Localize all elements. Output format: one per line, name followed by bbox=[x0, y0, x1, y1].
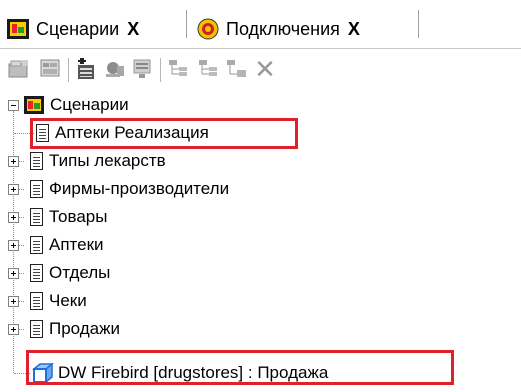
highlight-box bbox=[30, 118, 298, 149]
collapse-icon[interactable] bbox=[8, 99, 19, 111]
document-icon bbox=[30, 152, 43, 170]
record-icon[interactable] bbox=[102, 56, 128, 82]
tree-icon-3[interactable] bbox=[224, 56, 250, 82]
tab-strip-border bbox=[0, 48, 521, 49]
expand-icon[interactable] bbox=[8, 267, 19, 279]
tree-item-label: Отделы bbox=[49, 263, 111, 282]
tree-item-label: Типы лекарств bbox=[49, 151, 166, 170]
tree-item-label: Фирмы-производители bbox=[49, 179, 230, 198]
tab-scenarios-label: Сценарии bbox=[36, 18, 120, 39]
scenario-icon bbox=[6, 18, 30, 40]
tab-connections[interactable]: Подключения X bbox=[196, 10, 360, 48]
edit-icon[interactable] bbox=[130, 56, 156, 82]
expand-icon[interactable] bbox=[8, 295, 19, 307]
tree-item-label: Продажи bbox=[49, 319, 120, 338]
tree-icon-1[interactable] bbox=[166, 56, 192, 82]
document-icon bbox=[30, 208, 43, 226]
scenario-icon bbox=[24, 96, 44, 114]
document-icon bbox=[30, 292, 43, 310]
document-icon bbox=[30, 264, 43, 282]
toolbar-separator bbox=[160, 58, 161, 82]
tree-item-label: Товары bbox=[49, 207, 108, 226]
close-icon[interactable]: X bbox=[348, 19, 360, 40]
tree-item-receipts[interactable]: Чеки bbox=[8, 288, 87, 314]
document-icon bbox=[30, 180, 43, 198]
open-icon[interactable] bbox=[6, 56, 32, 82]
tab-separator bbox=[418, 10, 419, 38]
tree-item-manufacturers[interactable]: Фирмы-производители bbox=[8, 176, 229, 202]
tree-item-label: Чеки bbox=[49, 291, 87, 310]
tree-item-pharmacies[interactable]: Аптеки bbox=[8, 232, 104, 258]
close-icon[interactable]: X bbox=[127, 19, 139, 40]
tab-strip: Сценарии X Подключения X bbox=[0, 0, 521, 50]
tree-item-drug-types[interactable]: Типы лекарств bbox=[8, 148, 166, 174]
tree-root[interactable]: Сценарии bbox=[8, 92, 129, 118]
add-icon[interactable] bbox=[74, 56, 100, 82]
tree-icon-2[interactable] bbox=[196, 56, 222, 82]
connection-icon bbox=[196, 18, 220, 40]
expand-icon[interactable] bbox=[8, 323, 19, 335]
toolbar-separator bbox=[68, 58, 69, 82]
scenario-tree: Сценарии Аптеки Реализация Типы лекарств… bbox=[0, 92, 521, 392]
tab-scenarios[interactable]: Сценарии X bbox=[6, 10, 139, 48]
expand-icon[interactable] bbox=[8, 239, 19, 251]
toolbar: ✕ bbox=[0, 52, 521, 88]
expand-icon[interactable] bbox=[8, 183, 19, 195]
tree-item-departments[interactable]: Отделы bbox=[8, 260, 110, 286]
tree-item-goods[interactable]: Товары bbox=[8, 204, 107, 230]
tree-item-label: Аптеки bbox=[49, 235, 104, 254]
delete-icon[interactable]: ✕ bbox=[252, 56, 278, 82]
tab-connections-label: Подключения bbox=[226, 18, 340, 39]
tree-item-sales[interactable]: Продажи bbox=[8, 316, 120, 342]
document-icon bbox=[30, 320, 43, 338]
tree-root-label: Сценарии bbox=[50, 95, 129, 114]
tab-separator bbox=[186, 10, 187, 38]
expand-icon[interactable] bbox=[8, 211, 19, 223]
grid-icon[interactable] bbox=[38, 56, 64, 82]
highlight-box bbox=[26, 350, 454, 385]
expand-icon[interactable] bbox=[8, 155, 19, 167]
document-icon bbox=[30, 236, 43, 254]
